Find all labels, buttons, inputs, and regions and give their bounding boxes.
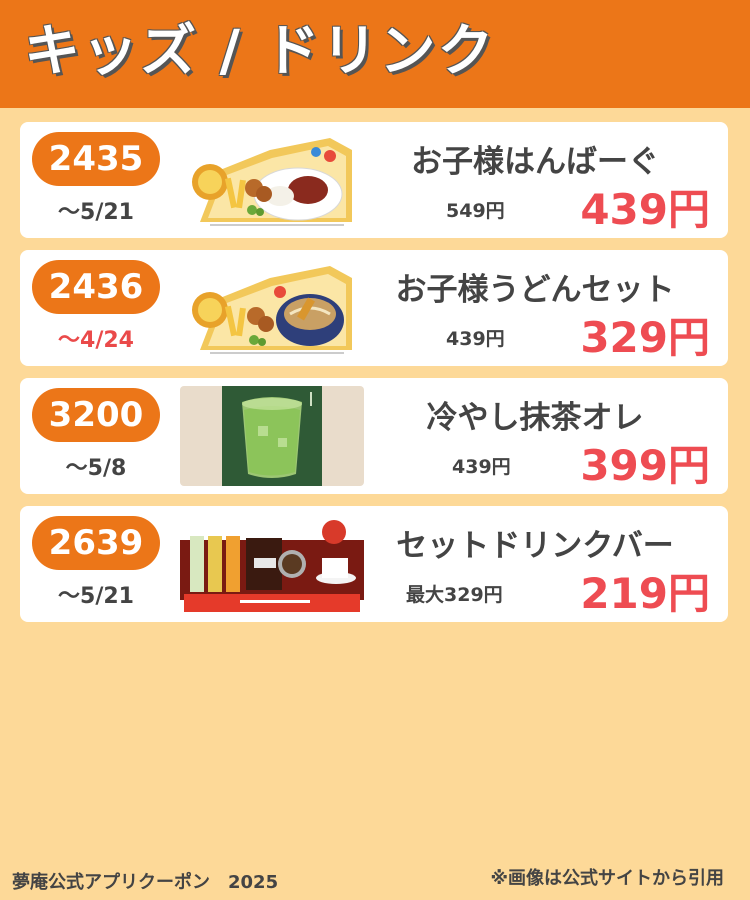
- coupon-sale-price: 219円: [580, 569, 710, 618]
- coupon-original-price: 439円: [452, 456, 511, 478]
- coupon-code-badge: 2639: [32, 516, 160, 570]
- coupon-item-name: セットドリンクバー: [396, 528, 674, 564]
- coupon-card[interactable]: 3200 〜5/8 冷やし抹茶オレ 439円 399円: [20, 378, 728, 494]
- iced-matcha-latte-image: [180, 386, 364, 486]
- drink-bar-image: [180, 514, 364, 614]
- coupon-deadline: 〜5/21: [58, 200, 134, 225]
- coupon-item-name: お子様はんばーぐ: [411, 144, 659, 180]
- coupon-original-price: 439円: [446, 328, 505, 350]
- page-title: キッズ / ドリンク: [24, 19, 496, 84]
- coupon-code-badge: 2435: [32, 132, 160, 186]
- coupon-card[interactable]: 2436 〜4/24 お子様うどんセット 439円 329円: [20, 250, 728, 366]
- coupon-item-name: 冷やし抹茶オレ: [426, 400, 644, 436]
- coupon-sale-price: 329円: [580, 313, 710, 362]
- coupon-code-badge: 2436: [32, 260, 160, 314]
- coupon-sale-price: 399円: [580, 441, 710, 490]
- footer-image-note: ※画像は公式サイトから引用: [490, 868, 725, 889]
- coupon-original-price: 最大329円: [406, 584, 503, 606]
- kids-udon-set-image: [180, 258, 364, 358]
- coupon-sale-price: 439円: [580, 185, 710, 234]
- coupon-card[interactable]: 2639 〜5/21 セットドリンクバー 最大329円 219円: [20, 506, 728, 622]
- coupon-deadline: 〜5/21: [58, 584, 134, 609]
- kids-hamburg-plate-image: [180, 130, 364, 230]
- coupon-deadline: 〜5/8: [65, 456, 127, 481]
- coupon-original-price: 549円: [446, 200, 505, 222]
- coupon-card[interactable]: 2435 〜5/21 お子様はんばーぐ 549円 439円: [20, 122, 728, 238]
- coupon-item-name: お子様うどんセット: [395, 272, 675, 308]
- page-header: キッズ / ドリンク: [0, 0, 750, 108]
- footer-credit: 夢庵公式アプリクーポン 2025: [12, 872, 279, 893]
- coupon-code-badge: 3200: [32, 388, 160, 442]
- coupon-deadline: 〜4/24: [58, 328, 134, 353]
